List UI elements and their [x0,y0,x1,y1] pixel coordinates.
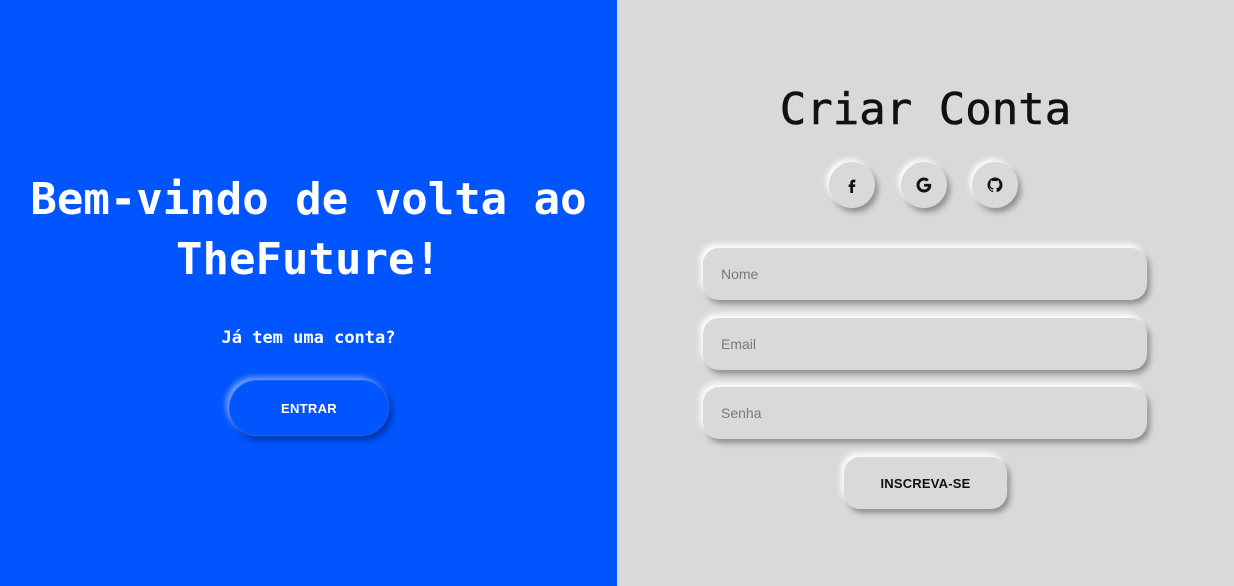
welcome-title: Bem-vindo de volta ao TheFuture! [30,174,587,285]
social-login-row [829,162,1025,208]
signup-panel: Criar Conta INSCREVA- [617,0,1234,586]
google-icon [915,176,933,194]
github-icon [986,176,1004,194]
google-login-button[interactable] [901,162,947,208]
facebook-login-button[interactable] [829,162,875,208]
facebook-icon [844,177,860,193]
email-field[interactable] [703,318,1147,370]
welcome-subtitle: Já tem uma conta? [221,328,396,348]
login-button[interactable]: ENTRAR [229,380,389,436]
signup-title: Criar Conta [779,84,1072,136]
welcome-panel: Bem-vindo de volta ao TheFuture! Já tem … [0,0,617,586]
github-login-button[interactable] [972,162,1018,208]
password-field[interactable] [703,387,1147,439]
name-field[interactable] [703,248,1147,300]
signup-button[interactable]: INSCREVA-SE [844,457,1007,509]
